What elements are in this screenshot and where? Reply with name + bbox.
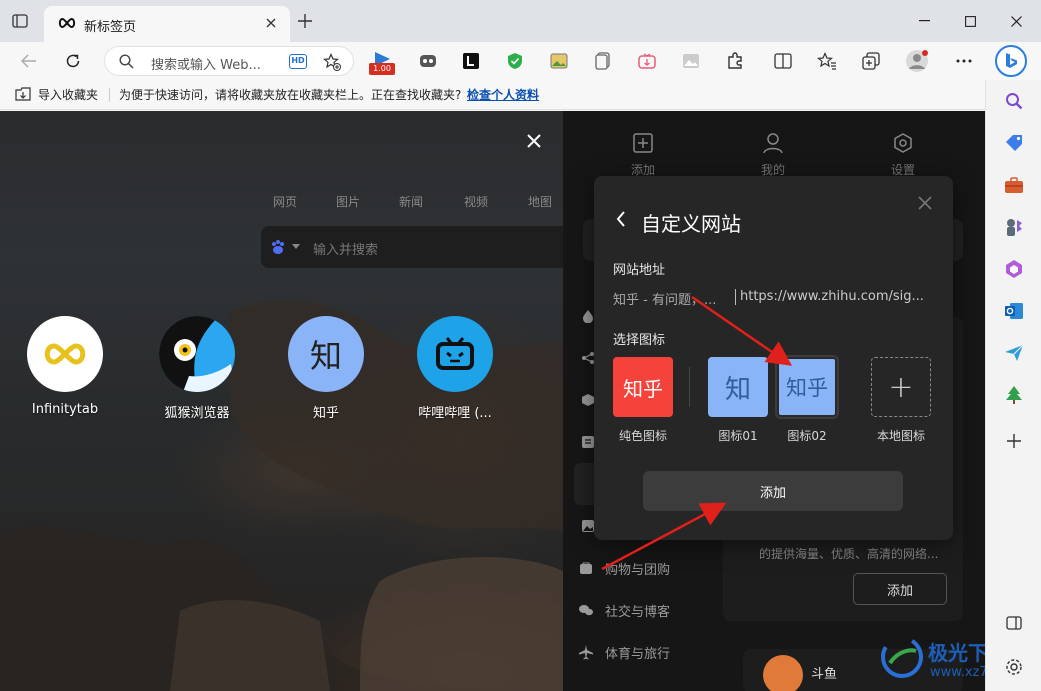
extension-picture-icon[interactable] <box>676 46 706 76</box>
arrow-to-icon02 <box>691 295 793 366</box>
add-favorite-icon[interactable] <box>323 53 341 71</box>
favorites-icon[interactable] <box>812 46 842 76</box>
import-favorites-icon <box>15 87 31 101</box>
sidebar-games-icon[interactable] <box>1001 214 1027 240</box>
arrow-to-add-button <box>601 502 727 571</box>
tab-close-icon[interactable] <box>266 18 276 28</box>
sidebar-outlook-icon[interactable] <box>1001 298 1027 324</box>
extension-game-icon[interactable] <box>413 46 443 76</box>
bing-icon[interactable] <box>995 45 1027 77</box>
toolbar: 搜索或输入 Web... HD 1.00 <box>0 42 1041 80</box>
close-window-button[interactable] <box>993 0 1039 42</box>
extension-l-icon[interactable] <box>456 46 486 76</box>
sidebar-settings-icon[interactable] <box>1001 654 1027 680</box>
watermark-title: 极光下载站 <box>928 641 985 665</box>
edge-sidebar <box>985 80 1041 691</box>
profile-avatar[interactable] <box>902 46 932 76</box>
sidebar-tools-icon[interactable] <box>1001 172 1027 198</box>
extension-badge: 1.00 <box>369 63 395 75</box>
sidebar-add-icon[interactable] <box>1001 428 1027 454</box>
favorites-message: 为便于快速访问，请将收藏夹放在收藏夹栏上。正在查找收藏夹? <box>119 88 462 102</box>
watermark-logo-icon <box>880 635 924 679</box>
favbar-divider <box>109 88 110 102</box>
import-favorites-button[interactable]: 导入收藏夹 <box>38 86 98 103</box>
sidebar-send-icon[interactable] <box>1001 340 1027 366</box>
tab-actions-icon[interactable] <box>12 13 28 29</box>
infinity-icon <box>58 17 76 29</box>
search-icon <box>119 54 134 69</box>
sidebar-toggle-icon[interactable] <box>1001 610 1027 636</box>
watermark-url: www.xz7.com <box>930 665 985 680</box>
sidebar-office-icon[interactable] <box>1001 256 1027 282</box>
extension-image-icon[interactable] <box>544 46 574 76</box>
tab-title: 新标签页 <box>84 20 137 35</box>
title-bar: 新标签页 <box>0 0 1041 42</box>
more-menu-icon[interactable] <box>949 46 979 76</box>
collections-icon[interactable] <box>856 46 886 76</box>
sidebar-search-icon[interactable] <box>1001 88 1027 114</box>
sidebar-tree-icon[interactable] <box>1001 382 1027 408</box>
address-placeholder: 搜索或输入 Web... <box>151 58 261 73</box>
annotation-arrows <box>601 295 793 571</box>
new-tab-icon[interactable] <box>298 14 312 28</box>
extensions-puzzle-icon[interactable] <box>720 46 750 76</box>
shield-icon[interactable] <box>500 46 530 76</box>
new-tab-page: 网页 图片 新闻 视频 地图 输入并搜索 Infinitytab 狐猴浏览器 知… <box>0 111 985 691</box>
tab-new-tab[interactable]: 新标签页 <box>44 6 290 42</box>
address-bar[interactable]: 搜索或输入 Web... HD <box>104 46 354 76</box>
refresh-button[interactable] <box>58 46 88 76</box>
back-button[interactable] <box>14 46 44 76</box>
hd-icon[interactable]: HD <box>289 54 307 69</box>
extension-doc-icon[interactable] <box>588 46 618 76</box>
split-screen-icon[interactable] <box>768 46 798 76</box>
check-profile-link[interactable]: 检查个人资料 <box>467 86 539 103</box>
maximize-button[interactable] <box>947 0 993 42</box>
favorites-bar: 导入收藏夹 为便于快速访问，请将收藏夹放在收藏夹栏上。正在查找收藏夹? 检查个人… <box>0 80 985 110</box>
extension-tv-icon[interactable] <box>632 46 662 76</box>
sidebar-shopping-icon[interactable] <box>1001 130 1027 156</box>
minimize-button[interactable] <box>901 0 947 42</box>
